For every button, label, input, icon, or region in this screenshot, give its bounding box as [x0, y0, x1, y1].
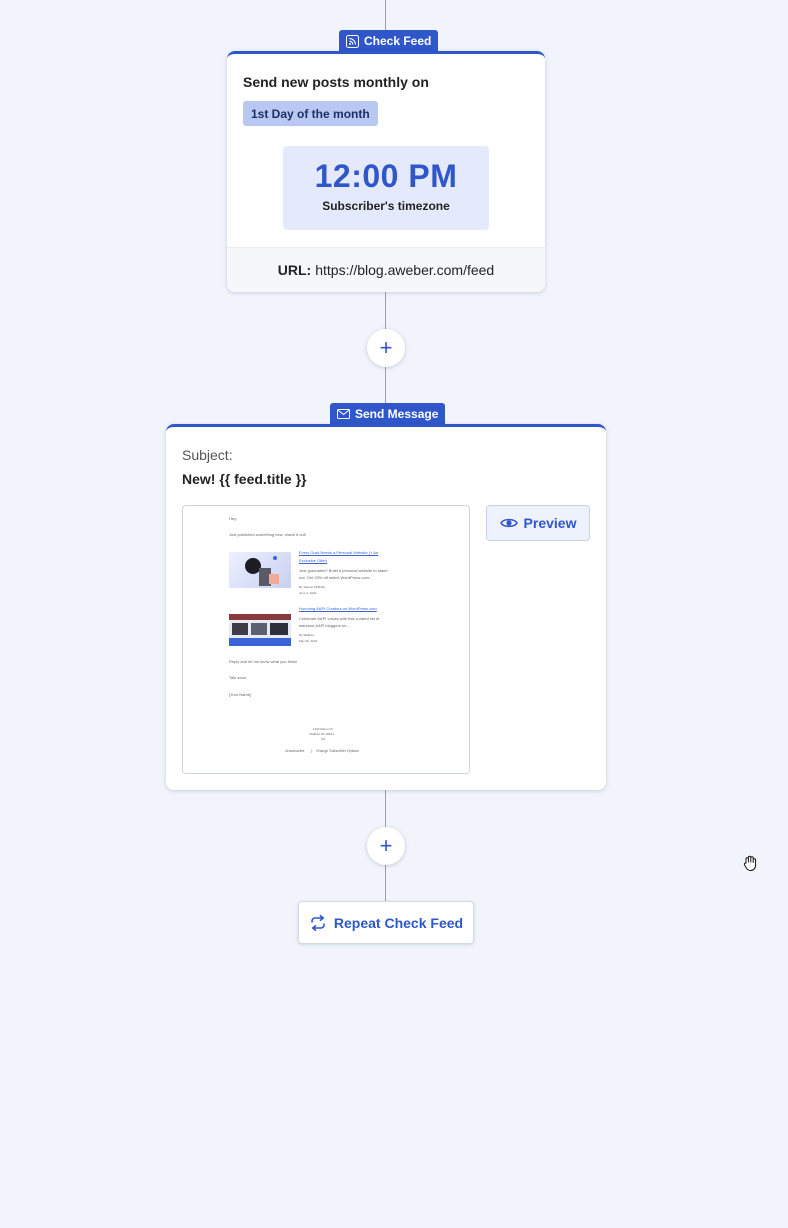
email-signature: [Your Name]	[229, 692, 252, 697]
post-title[interactable]: Every Grad Needs a Personal Website (+ A…	[299, 550, 378, 555]
post-title[interactable]: Honoring AAPI Creators on WordPress.com	[299, 606, 377, 611]
post-thumbnail-image	[229, 552, 291, 588]
send-message-tag-label: Send Message	[355, 407, 439, 421]
preview-button[interactable]: Preview	[486, 505, 590, 541]
email-address: US	[321, 737, 326, 741]
post-excerpt: Just graduated? Build a personal website…	[299, 568, 388, 573]
send-time-box: 12:00 PM Subscriber's timezone	[283, 146, 489, 230]
grab-hand-cursor-icon	[743, 855, 757, 871]
email-address: Chalfont PA 18914	[309, 732, 334, 736]
post-author: By Jeanne McBride	[299, 585, 326, 589]
send-time: 12:00 PM	[314, 158, 458, 194]
plus-icon: +	[379, 833, 393, 858]
check-feed-tag-label: Check Feed	[364, 34, 432, 48]
email-address: 1100 Manor Dr	[313, 727, 333, 731]
eye-icon	[499, 518, 518, 528]
send-message-tag: Send Message	[330, 403, 446, 425]
preview-button-label: Preview	[523, 515, 577, 531]
email-greeting: Hey,	[229, 516, 237, 521]
check-feed-card[interactable]: Send new posts monthly on 1st Day of the…	[227, 51, 545, 292]
post-excerpt: Celebrate AAPI voices with this curated …	[299, 616, 380, 621]
email-intro: Just published something new, check it o…	[229, 532, 306, 537]
check-feed-tag: Check Feed	[339, 30, 439, 52]
email-signoff: Talk soon,	[229, 675, 248, 680]
add-step-button[interactable]: +	[367, 329, 405, 367]
url-label: URL:	[277, 262, 312, 278]
repeat-icon	[311, 914, 325, 931]
feed-url: https://blog.aweber.com/feed	[315, 262, 495, 278]
rss-icon	[346, 34, 359, 48]
unsubscribe-link[interactable]: Unsubscribe	[285, 749, 304, 753]
repeat-check-feed-label: Repeat Check Feed	[333, 914, 464, 931]
post-date: May 30, 2024	[299, 639, 318, 643]
subject-label: Subject:	[182, 447, 233, 463]
repeat-check-feed-button[interactable]: Repeat Check Feed	[298, 901, 474, 944]
post-excerpt: out. Get 20% off select WordPress.com...	[299, 575, 373, 580]
post-date: June 4, 2024	[299, 591, 317, 595]
post-excerpt: standout AAPI bloggers on...	[299, 623, 350, 628]
email-preview-thumbnail[interactable]: Hey, Just published something new, check…	[182, 505, 470, 774]
post-author: By Wallace	[299, 633, 314, 637]
email-closing: Reply and let me know what you think!	[229, 659, 298, 664]
feed-url-footer: URL: https://blog.aweber.com/feed	[227, 247, 545, 292]
schedule-day-pill[interactable]: 1st Day of the month	[243, 101, 378, 126]
plus-icon: +	[379, 335, 393, 360]
post-thumbnail-image	[229, 614, 291, 646]
connector-line	[385, 0, 386, 30]
timezone-label: Subscriber's timezone	[322, 199, 450, 213]
add-step-button[interactable]: +	[367, 827, 405, 865]
check-feed-title: Send new posts monthly on	[243, 74, 429, 90]
change-options-link[interactable]: Change Subscriber Options	[316, 749, 359, 753]
post-title[interactable]: Exclusive Offer)	[299, 558, 327, 563]
subject-value: New! {{ feed.title }}	[182, 471, 307, 487]
send-message-card[interactable]: Subject: New! {{ feed.title }} Hey, Just…	[166, 424, 606, 790]
envelope-icon	[337, 409, 350, 419]
footer-separator: |	[311, 749, 312, 753]
